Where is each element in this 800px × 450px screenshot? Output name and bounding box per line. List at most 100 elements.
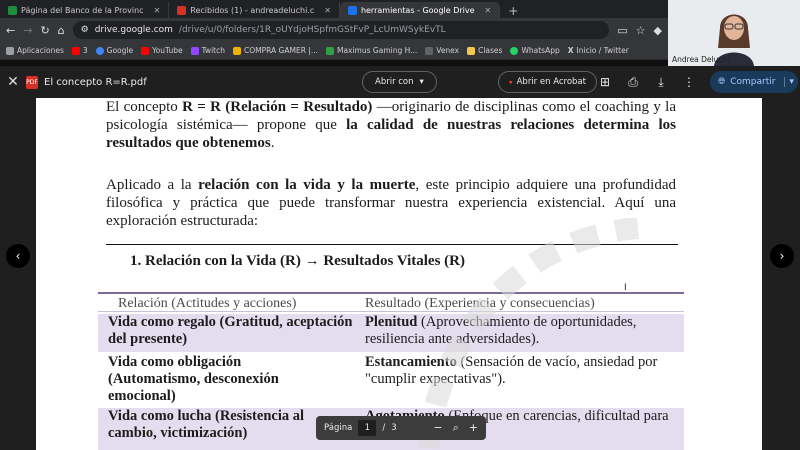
section-divider [106, 244, 678, 245]
pdf-viewer-toolbar: ✕ PDF El concepto R=R.pdf Abrir con ▾ ⬩ … [0, 66, 800, 98]
chevron-down-icon: ▾ [419, 77, 424, 87]
table-cell-result: Plenitud (Aprovechamiento de oportunidad… [355, 314, 684, 352]
print-icon[interactable]: ⎙ [624, 73, 642, 91]
text-run-bold: Plenitud [365, 314, 418, 330]
paragraph-intro: El concepto R = R (Relación = Resultado)… [106, 98, 676, 152]
bookmark-aplicaciones[interactable]: Aplicaciones [6, 46, 64, 55]
bookmark-youtube-3[interactable]: 3 [71, 46, 88, 55]
add-comment-icon[interactable]: ⊞ [596, 73, 614, 91]
tab-drive[interactable]: herramientas - Google Drive ✕ [339, 2, 501, 18]
chevron-right-icon: › [779, 249, 785, 263]
open-in-acrobat-button[interactable]: ⬩ Abrir en Acrobat [498, 71, 597, 93]
bookmark-compra-gamer[interactable]: COMPRA GAMER |... [232, 46, 318, 55]
bookmark-label: COMPRA GAMER |... [243, 46, 318, 55]
table-cell-relation: Vida como regalo (Gratitud, aceptación d… [108, 314, 353, 347]
section-heading: 1. Relación con la Vida (R) → Resultados… [130, 253, 465, 269]
open-with-label: Abrir con [375, 77, 414, 87]
close-tab-icon[interactable]: ✕ [485, 6, 492, 15]
participant-name: Andrea Deluchi [672, 55, 730, 64]
page-number-input[interactable]: 1 [358, 420, 377, 436]
table-row: Vida como regalo (Gratitud, aceptación d… [98, 314, 684, 352]
back-icon[interactable]: ← [6, 24, 15, 37]
page-separator: / [382, 423, 386, 433]
zoom-in-icon[interactable]: + [469, 421, 478, 435]
bookmark-label: Inicio / Twitter [576, 46, 629, 55]
paragraph-applied: Aplicado a la relación con la vida y la … [106, 176, 676, 230]
share-label: Compartir [730, 77, 776, 87]
tab-label: Página del Banco de la Provinc [21, 5, 144, 15]
table-header: Relación (Actitudes y acciones) Resultad… [98, 292, 684, 312]
share-button[interactable]: 🌐︎ Compartir ▾ [710, 71, 798, 93]
close-tab-icon[interactable]: ✕ [324, 6, 331, 15]
bookmark-label: 3 [82, 46, 88, 55]
previous-file-button[interactable]: ‹ [6, 244, 30, 268]
gmail-favicon [177, 5, 187, 15]
text-run-bold: relación con la vida y la muerte [198, 177, 416, 193]
bookmark-star-icon[interactable]: ☆ [636, 24, 646, 37]
bookmark-venex[interactable]: Venex [425, 46, 459, 55]
bookmark-label: Twitch [201, 46, 225, 55]
close-viewer-icon[interactable]: ✕ [0, 74, 26, 90]
forward-icon[interactable]: → [23, 24, 32, 37]
table-column-header: Relación (Actitudes y acciones) [118, 296, 297, 311]
open-with-button[interactable]: Abrir con ▾ [362, 71, 437, 93]
file-title: El concepto R=R.pdf [44, 76, 147, 88]
bookmark-youtube[interactable]: YouTube [141, 46, 183, 55]
bookmark-google[interactable]: Google [95, 46, 134, 55]
url-input[interactable]: ⚙ drive.google.com/drive/u/0/folders/1R_… [72, 21, 610, 39]
share-dropdown-icon[interactable]: ▾ [784, 77, 794, 87]
store-icon [425, 46, 434, 55]
bookmark-maximus[interactable]: Maximus Gaming H... [325, 46, 418, 55]
bookmark-clases[interactable]: Clases [467, 46, 502, 55]
page-total: 3 [391, 423, 397, 433]
tab-label: Recibidos (1) - andreadeluchi.c [190, 5, 315, 15]
page-label: Página [324, 423, 353, 433]
zoom-out-icon[interactable]: − [433, 421, 442, 435]
close-tab-icon[interactable]: ✕ [154, 6, 161, 15]
bookmark-label: Google [106, 46, 134, 55]
tab-gmail[interactable]: Recibidos (1) - andreadeluchi.c ✕ [169, 2, 340, 18]
download-icon[interactable]: ⤓ [652, 73, 670, 91]
table-row: Vida como obligación (Automatismo, desco… [98, 354, 684, 406]
zoom-search-icon[interactable]: ⌕ [453, 421, 459, 435]
reload-icon[interactable]: ↻ [40, 24, 49, 37]
table-column-header: Resultado (Experiencia y consecuencias) [365, 296, 595, 311]
page-zoom-control: Página 1 / 3 − ⌕ + [316, 416, 486, 440]
site-info-icon[interactable]: ⚙ [81, 25, 89, 35]
bookmark-twitch[interactable]: Twitch [190, 46, 225, 55]
bookmark-label: YouTube [152, 46, 183, 55]
pdf-file-icon: PDF [26, 75, 38, 89]
bookmarks-bar: Aplicaciones 3 Google YouTube Twitch COM… [0, 42, 668, 60]
next-file-button[interactable]: › [770, 244, 794, 268]
table-cell-relation: Vida como obligación (Automatismo, desco… [108, 354, 279, 404]
video-call-tile: Andrea Deluchi [668, 0, 800, 66]
tab-label: herramientas - Google Drive [360, 5, 475, 15]
cast-icon[interactable]: ▭ [617, 24, 627, 37]
google-icon [95, 46, 104, 55]
new-tab-button[interactable]: + [500, 4, 526, 18]
bookmark-label: Aplicaciones [17, 46, 64, 55]
text-run-bold: R = R (Relación = Resultado) [182, 99, 373, 115]
x-icon: X [567, 46, 574, 55]
home-icon[interactable]: ⌂ [58, 24, 65, 37]
apps-icon [6, 46, 14, 55]
table-cell-result: Estancamiento (Sensación de vacío, ansie… [355, 354, 684, 406]
bookmark-twitter[interactable]: X Inicio / Twitter [568, 46, 629, 55]
bookmark-label: Maximus Gaming H... [336, 46, 418, 55]
bookmark-whatsapp[interactable]: WhatsApp [510, 46, 560, 55]
url-path: /drive/u/0/folders/1R_oUYdjoHSpfmGStFvP_… [178, 25, 446, 35]
bank-favicon [8, 5, 17, 15]
open-in-acrobat-label: Abrir en Acrobat [516, 77, 586, 87]
tab-banco[interactable]: Página del Banco de la Provinc ✕ [0, 2, 170, 18]
pdf-page: El concepto R = R (Relación = Resultado)… [36, 98, 762, 450]
bookmark-label: Clases [478, 46, 503, 55]
store-icon [232, 46, 241, 55]
store-icon [325, 46, 334, 55]
folder-icon [467, 46, 476, 55]
text-run: . [270, 135, 275, 151]
bookmark-label: WhatsApp [521, 46, 560, 55]
extensions-icon[interactable]: ◆ [654, 24, 662, 37]
more-options-icon[interactable]: ⋮ [680, 73, 698, 91]
bookmark-label: Venex [436, 46, 460, 55]
chevron-left-icon: ‹ [15, 249, 21, 263]
